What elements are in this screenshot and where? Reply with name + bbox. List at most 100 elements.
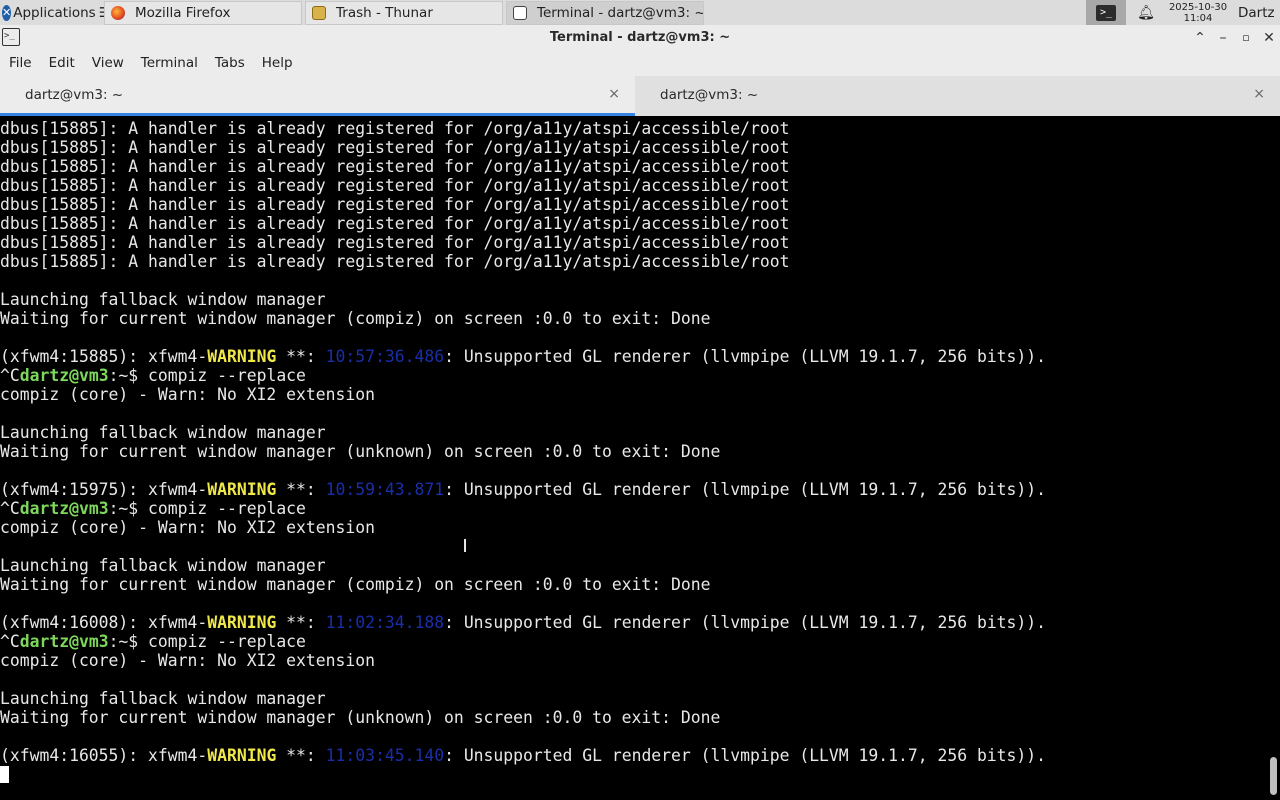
menu-terminal[interactable]: Terminal [132, 55, 206, 71]
warning-text: WARNING [207, 746, 277, 765]
terminal-text: dbus[15885]: A handler is already regist… [0, 157, 790, 176]
menu-edit[interactable]: Edit [40, 55, 83, 71]
maximize-button[interactable]: ▫ [1239, 31, 1253, 44]
warning-text: WARNING [207, 347, 277, 366]
terminal-output[interactable]: dbus[15885]: A handler is already regist… [0, 117, 1266, 800]
terminal-text: :~$ compiz --replace [108, 499, 306, 518]
prompt-text: dartz@vm3 [19, 499, 109, 518]
applications-menu-button[interactable]: ✕ Applications ☰ [0, 0, 104, 25]
tab-bar: dartz@vm3: ~ × dartz@vm3: ~ × [0, 76, 1280, 116]
terminal-line: dbus[15885]: A handler is already regist… [0, 119, 1266, 138]
taskbar-item-terminal[interactable]: Terminal - dartz@vm3: ~ [506, 0, 704, 25]
menu-tabs[interactable]: Tabs [206, 55, 253, 71]
terminal-line: Launching fallback window manager [0, 556, 1266, 575]
terminal-line: dbus[15885]: A handler is already regist… [0, 214, 1266, 233]
terminal-text: **: [276, 347, 326, 366]
terminal-text: dbus[15885]: A handler is already regist… [0, 195, 790, 214]
prompt-text: dartz@vm3 [19, 366, 109, 385]
terminal-text: Launching fallback window manager [0, 689, 326, 708]
xfce-logo-icon: ✕ [2, 4, 12, 21]
terminal-text: Launching fallback window manager [0, 556, 326, 575]
close-window-button[interactable]: ✕ [1262, 30, 1276, 46]
terminal-line: dbus[15885]: A handler is already regist… [0, 233, 1266, 252]
tab-label: dartz@vm3: ~ [25, 87, 124, 103]
clock-date: 2025-10-30 [1168, 1, 1228, 13]
terminal-line: Waiting for current window manager (comp… [0, 309, 1266, 328]
terminal-line: dbus[15885]: A handler is already regist… [0, 138, 1266, 157]
terminal-line: Waiting for current window manager (unkn… [0, 442, 1266, 461]
clock[interactable]: 2025-10-30 11:04 [1166, 2, 1230, 24]
tab-1[interactable]: dartz@vm3: ~ × [0, 76, 635, 116]
terminal-text: : Unsupported GL renderer (llvmpipe (LLV… [444, 480, 1047, 499]
terminal-line: (xfwm4:16008): xfwm4-WARNING **: 11:02:3… [0, 613, 1266, 632]
terminal-line: ^Cdartz@vm3:~$ compiz --replace [0, 499, 1266, 518]
terminal-text: **: [276, 613, 326, 632]
terminal-text: ^C [0, 366, 20, 385]
prompt-text: dartz@vm3 [19, 632, 109, 651]
minimize-button[interactable]: – [1216, 30, 1230, 46]
terminal-text: **: [276, 746, 326, 765]
terminal-text: compiz (core) - Warn: No XI2 extension [0, 518, 375, 537]
terminal-text: dbus[15885]: A handler is already regist… [0, 233, 790, 252]
close-tab-icon[interactable]: × [1253, 86, 1265, 102]
taskbar-item-label: Mozilla Firefox [135, 4, 231, 21]
timestamp-text: 11:02:34.188 [325, 613, 445, 632]
taskbar-item-thunar[interactable]: Trash - Thunar [305, 0, 503, 25]
tray-terminal-launcher[interactable]: >_ [1086, 0, 1126, 25]
terminal-text: (xfwm4:15885): xfwm4- [0, 347, 208, 366]
terminal-cursor [0, 766, 9, 783]
terminal-line: compiz (core) - Warn: No XI2 extension [0, 385, 1266, 404]
shade-button[interactable]: ⌃ [1193, 30, 1207, 46]
terminal-line: dbus[15885]: A handler is already regist… [0, 176, 1266, 195]
close-tab-icon[interactable]: × [608, 86, 620, 102]
menu-file[interactable]: File [0, 55, 40, 71]
terminal-text: Launching fallback window manager [0, 290, 326, 309]
terminal-text: Waiting for current window manager (unkn… [0, 442, 721, 461]
timestamp-text: 10:59:43.871 [325, 480, 445, 499]
user-menu[interactable]: Dartz [1230, 5, 1280, 21]
terminal-line: ^Cdartz@vm3:~$ compiz --replace [0, 366, 1266, 385]
notification-bell-icon[interactable]: 🔔︎ [1126, 5, 1166, 21]
terminal-text: Launching fallback window manager [0, 423, 326, 442]
window-title: Terminal - dartz@vm3: ~ [549, 30, 731, 45]
terminal-scrollbar[interactable] [1266, 117, 1280, 800]
terminal-input-line[interactable] [0, 765, 1266, 784]
terminal-text: compiz (core) - Warn: No XI2 extension [0, 385, 375, 404]
menu-view[interactable]: View [83, 55, 132, 71]
terminal-text: (xfwm4:16008): xfwm4- [0, 613, 208, 632]
menu-help[interactable]: Help [253, 55, 301, 71]
terminal-text: dbus[15885]: A handler is already regist… [0, 119, 790, 138]
terminal-text: ^C [0, 632, 20, 651]
terminal-text: dbus[15885]: A handler is already regist… [0, 176, 790, 195]
applications-label: Applications [13, 4, 96, 21]
tab-2[interactable]: dartz@vm3: ~ × [635, 76, 1280, 116]
tab-label: dartz@vm3: ~ [660, 87, 759, 103]
terminal-line: compiz (core) - Warn: No XI2 extension [0, 651, 1266, 670]
window-titlebar[interactable]: >_ Terminal - dartz@vm3: ~ ⌃ – ▫ ✕ [0, 25, 1280, 50]
timestamp-text: 11:03:45.140 [325, 746, 445, 765]
terminal-line: ^Cdartz@vm3:~$ compiz --replace [0, 632, 1266, 651]
terminal-line: Waiting for current window manager (unkn… [0, 708, 1266, 727]
terminal-text: dbus[15885]: A handler is already regist… [0, 252, 790, 271]
terminal-line: dbus[15885]: A handler is already regist… [0, 252, 1266, 271]
terminal-line: Launching fallback window manager [0, 423, 1266, 442]
terminal-line: (xfwm4:15975): xfwm4-WARNING **: 10:59:4… [0, 480, 1266, 499]
thunar-icon [312, 5, 326, 20]
terminal-icon [513, 5, 527, 20]
terminal-text: dbus[15885]: A handler is already regist… [0, 214, 790, 233]
warning-text: WARNING [207, 480, 277, 499]
scrollbar-thumb[interactable] [1270, 757, 1277, 795]
terminal-line: (xfwm4:16055): xfwm4-WARNING **: 11:03:4… [0, 746, 1266, 765]
terminal-window-icon[interactable]: >_ [2, 28, 20, 46]
taskbar-item-label: Terminal - dartz@vm3: ~ [537, 4, 704, 21]
taskbar-item-firefox[interactable]: Mozilla Firefox [104, 0, 302, 25]
terminal-text: Waiting for current window manager (comp… [0, 575, 711, 594]
